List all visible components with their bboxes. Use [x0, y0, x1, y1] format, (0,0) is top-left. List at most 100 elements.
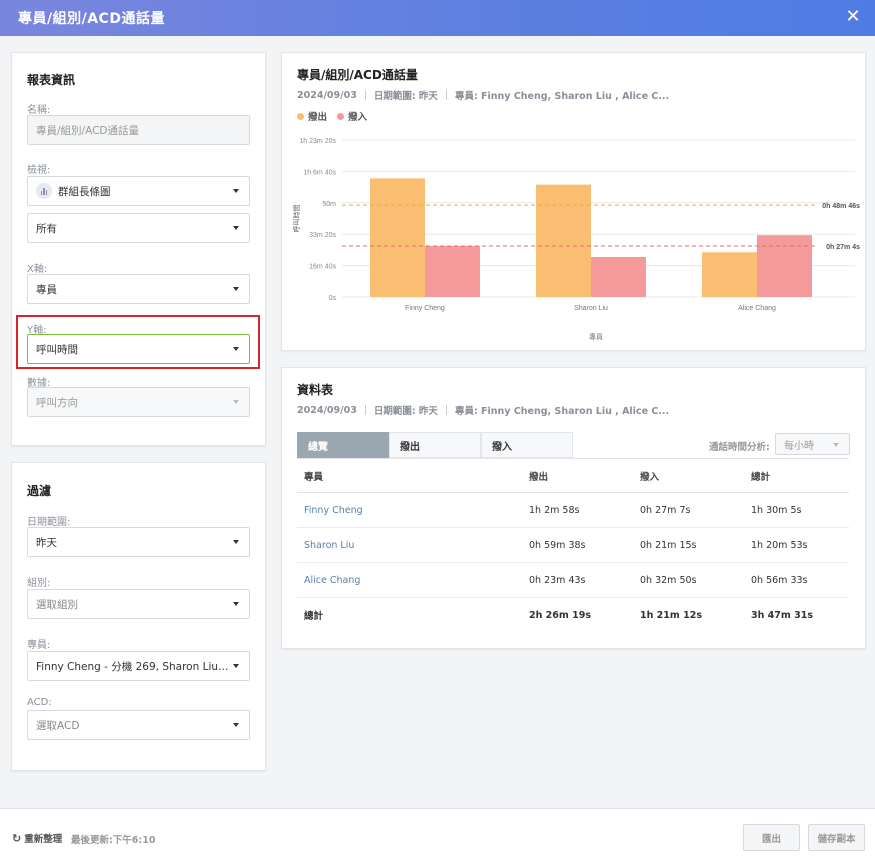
- y-tick-label: 50m: [322, 201, 336, 208]
- name-label: 名稱:: [27, 105, 51, 116]
- bar-outbound: [702, 252, 757, 297]
- acd-select[interactable]: 選取ACD: [27, 710, 250, 740]
- agent-label: 專員:: [27, 640, 51, 651]
- chart-range: 日期範圍: 昨天: [373, 91, 438, 102]
- chevron-down-icon: [233, 226, 239, 230]
- x-axis-title: 專員: [589, 332, 603, 341]
- chevron-down-icon: [233, 602, 239, 606]
- table-header-row: 專員 撥出 撥入 總計: [297, 458, 849, 493]
- save-copy-button[interactable]: 儲存副本: [808, 824, 865, 851]
- table-cell: 1h 20m 53s: [744, 527, 849, 563]
- total-label: 總計: [304, 611, 324, 623]
- report-info-title: 報表資訊: [27, 73, 76, 87]
- tab-overview[interactable]: 總覽: [297, 432, 389, 458]
- table-row: Sharon Liu 0h 59m 38s 0h 21m 15s 1h 20m …: [297, 527, 849, 563]
- data-table: 專員 撥出 撥入 總計 Finny Cheng 1h 2m 58s 0h 27m…: [297, 458, 849, 633]
- column-header[interactable]: 總計: [744, 458, 849, 493]
- y-tick-label: 1h 6m 40s: [303, 169, 336, 176]
- reference-line-label: 0h 48m 46s: [822, 203, 860, 210]
- footer-bar: ↻ 重新整理 最後更新:下午6:10 匯出 儲存副本: [0, 808, 875, 863]
- y-tick-label: 33m 20s: [309, 232, 336, 239]
- y-axis-title: 呼叫時間: [292, 205, 301, 233]
- table-title: 資料表: [297, 383, 334, 397]
- y-tick-label: 1h 23m 20s: [299, 138, 336, 145]
- table-row: Alice Chang 0h 23m 43s 0h 32m 50s 0h 56m…: [297, 562, 849, 598]
- chevron-down-icon: [233, 540, 239, 544]
- table-cell: 0h 32m 50s: [633, 562, 744, 598]
- close-icon[interactable]: ✕: [843, 7, 863, 27]
- chart-date: 2024/09/03: [297, 89, 357, 101]
- chart-panel: 專員/組別/ACD通話量 2024/09/03 日期範圍: 昨天 專員: Fin…: [281, 52, 866, 351]
- column-header[interactable]: 撥出: [522, 458, 633, 493]
- view-scope-select[interactable]: 所有: [27, 213, 250, 243]
- table-cell: 0h 59m 38s: [522, 527, 633, 563]
- view-label: 檢視:: [27, 165, 51, 176]
- bar-outbound: [370, 178, 425, 297]
- column-header[interactable]: 專員: [297, 458, 522, 493]
- legend-dot: [297, 113, 304, 120]
- table-cell: 1h 2m 58s: [522, 492, 633, 528]
- title-bar: 專員/組別/ACD通話量 ✕: [0, 0, 875, 36]
- table-cell: 0h 21m 15s: [633, 527, 744, 563]
- agent-cell: Alice Chang: [297, 562, 522, 598]
- agent-cell: Sharon Liu: [297, 527, 522, 563]
- x-tick-label: Alice Chang: [738, 305, 776, 312]
- chart-agents: 專員: Finny Cheng, Sharon Liu , Alice C...: [454, 91, 670, 102]
- chevron-down-icon: [233, 664, 239, 668]
- date-range-select[interactable]: 昨天: [27, 527, 250, 557]
- table-meta: 2024/09/03 日期範圍: 昨天 專員: Finny Cheng, Sha…: [297, 403, 670, 418]
- chevron-down-icon: [233, 723, 239, 727]
- filter-title: 過濾: [27, 484, 52, 498]
- date-range-label: 日期範圍:: [27, 517, 71, 528]
- view-select[interactable]: 群組長條圖: [27, 176, 250, 206]
- y-tick-label: 16m 40s: [309, 264, 336, 271]
- analysis-select[interactable]: 每小時: [775, 433, 850, 455]
- refresh-icon: ↻: [12, 831, 22, 845]
- table-cell: 2h 26m 19s: [529, 609, 591, 621]
- reference-line-label: 0h 27m 4s: [826, 244, 860, 251]
- chevron-down-icon: [833, 443, 839, 447]
- table-date: 2024/09/03: [297, 404, 357, 416]
- legend-item-outbound[interactable]: 撥出: [297, 109, 327, 123]
- x-axis-label: X軸:: [27, 264, 48, 275]
- column-header[interactable]: 撥入: [633, 458, 744, 493]
- bar-chart: 0s 16m 40s 33m 20s 50m 1h 6m 40s 1h 23m 20s 呼叫…: [292, 138, 860, 341]
- table-cell: 0h 56m 33s: [744, 562, 849, 598]
- export-button[interactable]: 匯出: [743, 824, 800, 851]
- analysis-label: 通話時間分析:: [709, 442, 770, 453]
- table-agents: 專員: Finny Cheng, Sharon Liu , Alice C...: [454, 406, 670, 417]
- table-tabs: 總覽 撥出 撥入: [297, 432, 573, 458]
- table-cell: 0h 27m 7s: [633, 492, 744, 528]
- x-tick-label: Finny Cheng: [405, 305, 445, 312]
- chart-legend: 撥出 撥入: [297, 109, 367, 123]
- bar-inbound: [425, 245, 480, 297]
- chevron-down-icon: [233, 400, 239, 404]
- group-select[interactable]: 選取組別: [27, 589, 250, 619]
- legend-dot: [337, 113, 345, 120]
- filter-panel: 過濾 日期範圍: 昨天 組別: 選取組別 專員: Finny Cheng - 分…: [11, 462, 266, 771]
- chevron-down-icon: [233, 189, 239, 193]
- table-range: 日期範圍: 昨天: [373, 406, 438, 417]
- bar-chart-icon: [36, 183, 52, 199]
- tab-outbound[interactable]: 撥出: [389, 432, 481, 458]
- group-label: 組別:: [27, 578, 51, 589]
- bar-inbound: [591, 256, 646, 297]
- bar-inbound: [757, 235, 812, 297]
- table-cell: 0h 23m 43s: [522, 562, 633, 598]
- data-select[interactable]: 呼叫方向: [27, 387, 250, 417]
- table-cell: 3h 47m 31s: [751, 609, 813, 621]
- window-title: 專員/組別/ACD通話量: [18, 11, 165, 27]
- tab-inbound[interactable]: 撥入: [481, 432, 573, 458]
- y-axis-select[interactable]: 呼叫時間: [27, 334, 250, 364]
- table-row: Finny Cheng 1h 2m 58s 0h 27m 7s 1h 30m 5…: [297, 492, 849, 528]
- table-panel: 資料表 2024/09/03 日期範圍: 昨天 專員: Finny Cheng,…: [281, 367, 866, 649]
- x-axis-select[interactable]: 專員: [27, 274, 250, 304]
- name-field[interactable]: 專員/組別/ACD通話量: [27, 115, 250, 145]
- legend-item-inbound[interactable]: 撥入: [337, 109, 367, 123]
- table-total-row: 總計 2h 26m 19s 1h 21m 12s 3h 47m 31s: [297, 598, 849, 633]
- acd-label: ACD:: [27, 697, 52, 708]
- last-updated: 最後更新:下午6:10: [71, 835, 156, 846]
- table-cell: 1h 21m 12s: [640, 609, 702, 621]
- refresh-button[interactable]: ↻ 重新整理: [12, 831, 62, 846]
- agent-select[interactable]: Finny Cheng - 分機 269, Sharon Liu - 分...: [27, 651, 250, 681]
